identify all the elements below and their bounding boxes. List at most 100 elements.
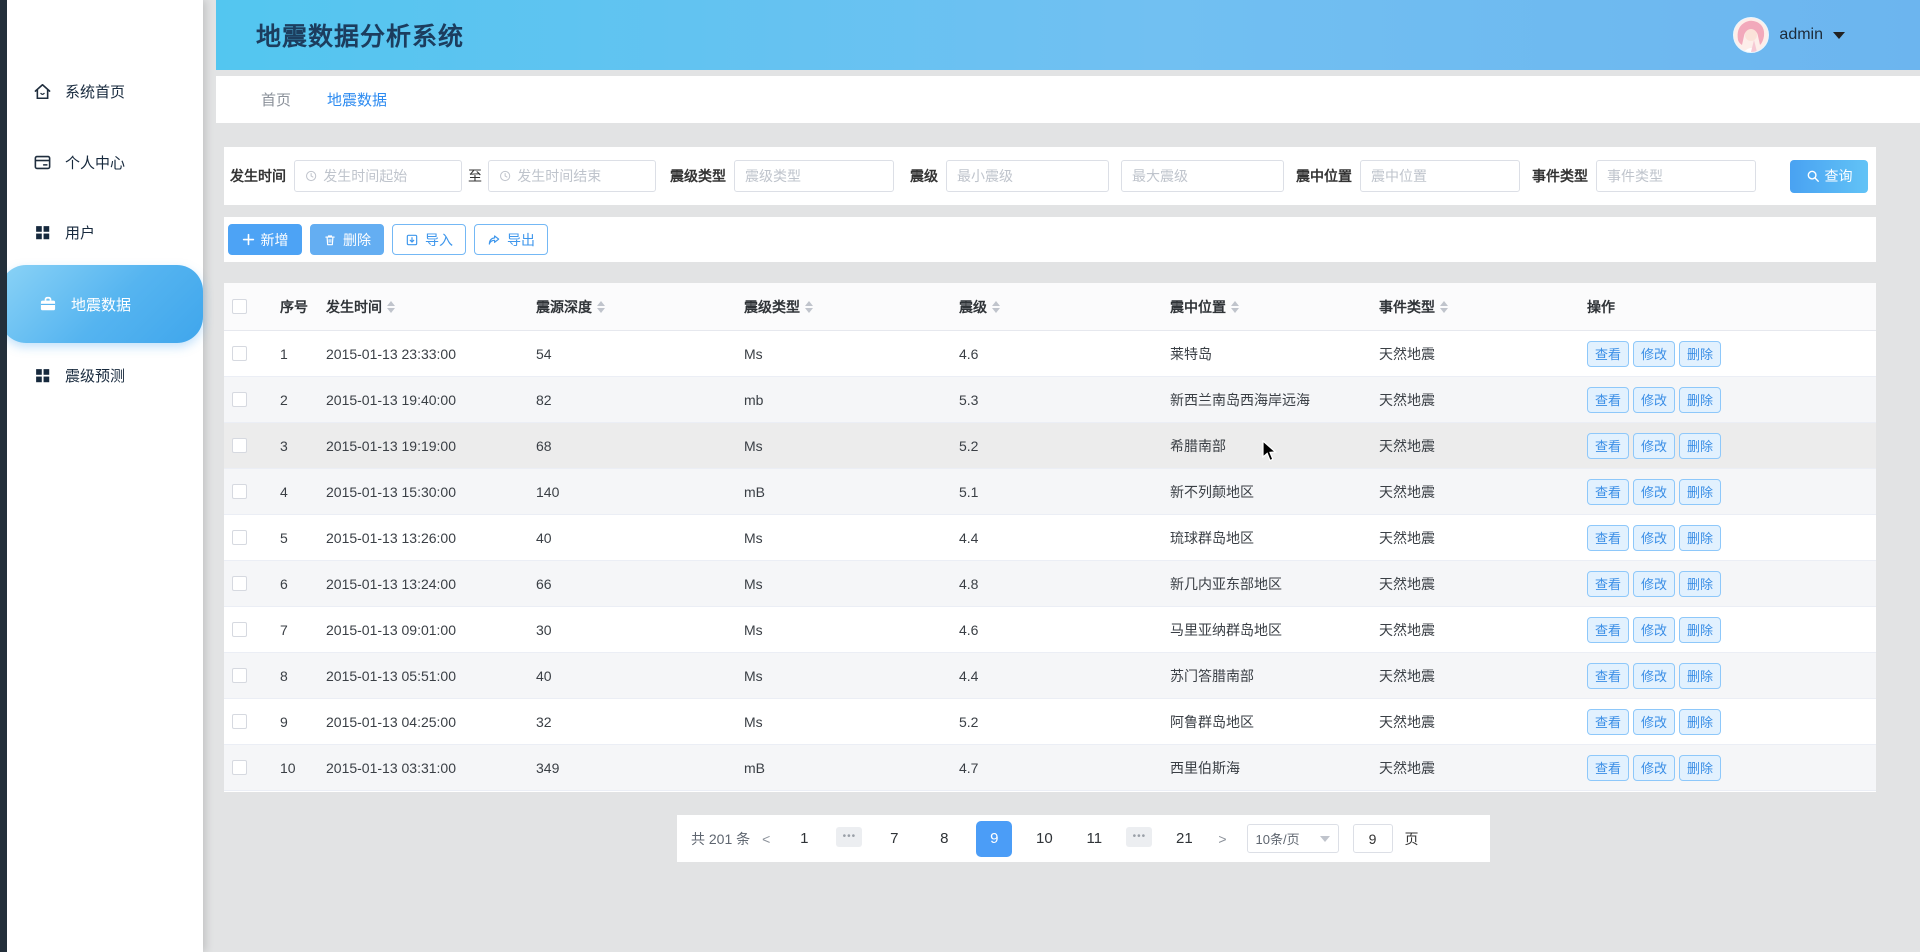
search-button[interactable]: 查询 (1790, 160, 1868, 193)
delete-row-button[interactable]: 删除 (1679, 755, 1721, 781)
edit-button[interactable]: 修改 (1633, 479, 1675, 505)
pagination-page-9[interactable]: 9 (976, 821, 1012, 857)
edit-button[interactable]: 修改 (1633, 525, 1675, 551)
pagination-page-7[interactable]: 7 (876, 821, 912, 857)
time-start-input[interactable] (323, 168, 451, 184)
delete-row-button[interactable]: 删除 (1679, 433, 1721, 459)
view-button[interactable]: 查看 (1587, 709, 1629, 735)
prev-page-button[interactable]: < (756, 831, 776, 847)
edit-button[interactable]: 修改 (1633, 387, 1675, 413)
column-header-time[interactable]: 发生时间 (318, 297, 528, 317)
add-button[interactable]: 新增 (228, 224, 302, 255)
import-button[interactable]: 导入 (392, 224, 466, 255)
delete-button[interactable]: 删除 (310, 224, 384, 255)
row-checkbox[interactable] (232, 760, 247, 775)
edit-button[interactable]: 修改 (1633, 663, 1675, 689)
mag-min-input[interactable] (957, 168, 1098, 184)
select-all-checkbox[interactable] (232, 299, 247, 314)
row-checkbox[interactable] (232, 438, 247, 453)
event-type-input[interactable] (1607, 168, 1745, 184)
sidebar-item-personal-center[interactable]: 个人中心 (0, 140, 203, 184)
row-checkbox[interactable] (232, 576, 247, 591)
sidebar-item-system-home[interactable]: 系统首页 (0, 69, 203, 113)
column-header-event_type[interactable]: 事件类型 (1371, 297, 1579, 317)
row-checkbox[interactable] (232, 392, 247, 407)
view-button[interactable]: 查看 (1587, 433, 1629, 459)
row-checkbox[interactable] (232, 622, 247, 637)
sort-icon[interactable] (597, 301, 605, 313)
mag-type-field[interactable] (734, 160, 894, 192)
sort-icon[interactable] (992, 301, 1000, 313)
column-header-mag_type[interactable]: 震级类型 (736, 297, 951, 317)
time-end-field[interactable] (488, 160, 656, 192)
delete-row-button[interactable]: 删除 (1679, 709, 1721, 735)
view-button[interactable]: 查看 (1587, 341, 1629, 367)
sort-icon[interactable] (387, 301, 395, 313)
time-start-field[interactable] (294, 160, 462, 192)
row-checkbox[interactable] (232, 714, 247, 729)
edit-button[interactable]: 修改 (1633, 617, 1675, 643)
mag-max-input[interactable] (1132, 168, 1273, 184)
export-button[interactable]: 导出 (474, 224, 548, 255)
delete-row-button[interactable]: 删除 (1679, 387, 1721, 413)
row-checkbox[interactable] (232, 530, 247, 545)
view-button[interactable]: 查看 (1587, 479, 1629, 505)
delete-row-button[interactable]: 删除 (1679, 479, 1721, 505)
row-event-type: 天然地震 (1371, 436, 1579, 456)
pagination-page-1[interactable]: 1 (786, 821, 822, 857)
mag-type-input[interactable] (745, 168, 883, 184)
event-type-field[interactable] (1596, 160, 1756, 192)
next-page-button[interactable]: > (1212, 831, 1232, 847)
row-index: 8 (272, 668, 318, 684)
tab-earthquake-data[interactable]: 地震数据 (327, 89, 387, 110)
pagination-ellipsis[interactable]: ••• (836, 827, 862, 847)
user-menu[interactable]: admin (1733, 0, 1845, 70)
row-checkbox[interactable] (232, 346, 247, 361)
time-end-input[interactable] (517, 168, 645, 184)
pagination-ellipsis[interactable]: ••• (1126, 827, 1152, 847)
row-checkbox[interactable] (232, 668, 247, 683)
delete-row-button[interactable]: 删除 (1679, 341, 1721, 367)
pagination-page-8[interactable]: 8 (926, 821, 962, 857)
edit-button[interactable]: 修改 (1633, 755, 1675, 781)
sidebar-item-label: 系统首页 (65, 81, 125, 102)
sidebar-item-users[interactable]: 用户 (0, 210, 203, 254)
delete-row-button[interactable]: 删除 (1679, 571, 1721, 597)
column-header-epicenter[interactable]: 震中位置 (1162, 297, 1371, 317)
sort-icon[interactable] (1440, 301, 1448, 313)
sidebar-item-earthquake-data[interactable]: 地震数据 (0, 265, 203, 343)
view-button[interactable]: 查看 (1587, 755, 1629, 781)
view-button[interactable]: 查看 (1587, 617, 1629, 643)
edit-button[interactable]: 修改 (1633, 433, 1675, 459)
delete-row-button[interactable]: 删除 (1679, 525, 1721, 551)
edit-button[interactable]: 修改 (1633, 709, 1675, 735)
mag-max-field[interactable] (1121, 160, 1284, 192)
view-button[interactable]: 查看 (1587, 525, 1629, 551)
edit-button[interactable]: 修改 (1633, 571, 1675, 597)
sort-icon[interactable] (1231, 301, 1239, 313)
mag-min-field[interactable] (946, 160, 1109, 192)
row-magnitude: 4.6 (951, 622, 1162, 638)
pagination-page-10[interactable]: 10 (1026, 821, 1062, 857)
column-header-depth[interactable]: 震源深度 (528, 297, 736, 317)
pagination-page-21[interactable]: 21 (1166, 821, 1202, 857)
page-size-select[interactable]: 10条/页 (1247, 824, 1339, 853)
epicenter-field[interactable] (1360, 160, 1520, 192)
view-button[interactable]: 查看 (1587, 663, 1629, 689)
page-jump-input[interactable] (1353, 824, 1393, 853)
delete-row-button[interactable]: 删除 (1679, 617, 1721, 643)
epicenter-input[interactable] (1371, 168, 1509, 184)
pagination-page-11[interactable]: 11 (1076, 821, 1112, 857)
table-row: 3 2015-01-13 19:19:00 68 Ms 5.2 希腊南部 天然地… (224, 423, 1876, 469)
sidebar-item-magnitude-prediction[interactable]: 震级预测 (0, 353, 203, 397)
view-button[interactable]: 查看 (1587, 387, 1629, 413)
row-depth: 66 (528, 576, 736, 592)
edit-button[interactable]: 修改 (1633, 341, 1675, 367)
row-checkbox[interactable] (232, 484, 247, 499)
column-header-magnitude[interactable]: 震级 (951, 297, 1162, 317)
tab-home[interactable]: 首页 (261, 89, 291, 110)
delete-row-button[interactable]: 删除 (1679, 663, 1721, 689)
sidebar-item-label: 震级预测 (65, 365, 125, 386)
view-button[interactable]: 查看 (1587, 571, 1629, 597)
sort-icon[interactable] (805, 301, 813, 313)
